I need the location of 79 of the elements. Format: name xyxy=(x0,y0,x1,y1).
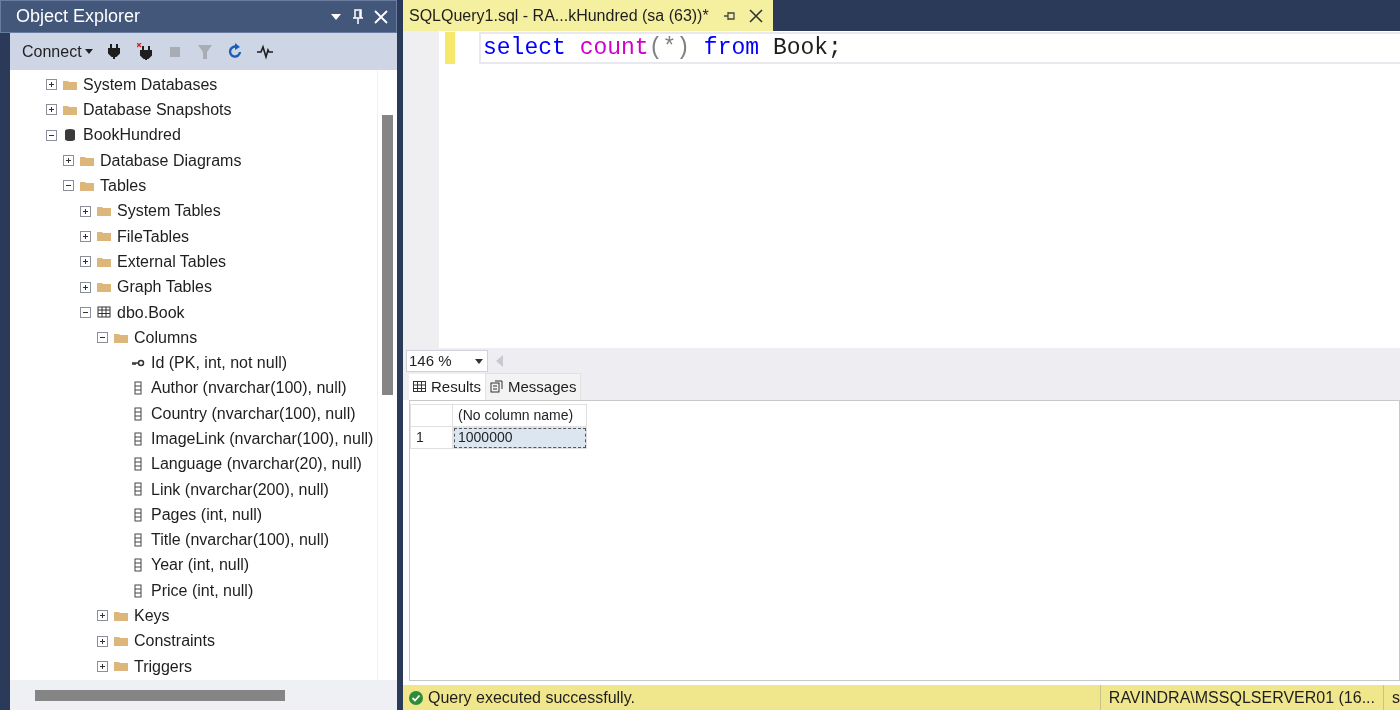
expand-icon[interactable] xyxy=(80,256,91,268)
collapse-icon[interactable] xyxy=(63,180,74,192)
connect-button[interactable]: Connect xyxy=(22,39,93,64)
disconnect-icon[interactable] xyxy=(136,42,153,61)
tree-item[interactable]: dbo.Book xyxy=(10,299,377,325)
expand-icon[interactable] xyxy=(97,610,108,622)
column-icon xyxy=(131,406,145,421)
tree-item[interactable]: External Tables xyxy=(10,249,377,275)
tree-item[interactable]: Title (nvarchar(100), null) xyxy=(10,527,377,553)
tree-item[interactable]: Price (int, null) xyxy=(10,577,377,604)
results-tab[interactable]: Results xyxy=(409,373,486,400)
tree-item[interactable]: Constraints xyxy=(10,628,377,654)
caret-icon[interactable] xyxy=(84,49,93,54)
expand-icon[interactable] xyxy=(97,635,108,647)
expand-icon[interactable] xyxy=(97,660,108,672)
tree-item[interactable]: Author (nvarchar(100), null) xyxy=(10,375,377,401)
column-icon xyxy=(131,583,145,598)
tree-item[interactable]: System Tables xyxy=(10,198,377,224)
message-icon xyxy=(490,380,504,394)
tree-item[interactable]: Year (int, null) xyxy=(10,552,377,578)
tree-item[interactable]: Keys xyxy=(10,603,377,629)
folder-icon xyxy=(114,634,128,649)
collapse-icon[interactable] xyxy=(46,129,57,141)
expand-icon[interactable] xyxy=(63,155,74,167)
expand-icon[interactable] xyxy=(80,230,91,242)
grid-icon xyxy=(413,381,426,393)
expand-icon[interactable] xyxy=(80,205,91,217)
column-icon xyxy=(131,457,145,472)
table-icon xyxy=(97,305,111,320)
expand-icon[interactable] xyxy=(46,79,57,91)
column-icon xyxy=(131,482,145,497)
table-cell[interactable]: 1000000 xyxy=(452,426,587,449)
tree-item[interactable]: Tables xyxy=(10,173,377,199)
column-icon xyxy=(131,507,145,522)
server-name: RAVINDRA\MSSQLSERVER01 (16... xyxy=(1108,687,1375,708)
plug-icon[interactable] xyxy=(106,42,123,61)
refresh-icon[interactable] xyxy=(226,42,243,61)
column-header[interactable]: (No column name) xyxy=(452,404,587,427)
folder-icon xyxy=(114,659,128,674)
collapse-icon[interactable] xyxy=(97,332,108,344)
zoom-dropdown[interactable]: 146 % xyxy=(406,350,488,372)
success-check-icon xyxy=(409,690,423,705)
change-marker xyxy=(445,32,455,64)
expand-icon[interactable] xyxy=(46,104,57,116)
tree-item[interactable]: Database Diagrams xyxy=(10,147,377,174)
caret-icon[interactable] xyxy=(475,358,483,364)
tree-item[interactable]: FileTables xyxy=(10,223,377,250)
folder-icon xyxy=(97,229,111,244)
results-tab[interactable]: Messages xyxy=(485,372,582,400)
tree-item[interactable]: Language (nvarchar(20), null) xyxy=(10,451,377,477)
sql-code-line[interactable]: select count(*) from Book; xyxy=(479,32,1400,64)
column-icon xyxy=(131,533,145,547)
status-message: Query executed successfully. xyxy=(428,687,635,708)
tree-item[interactable]: System Databases xyxy=(10,72,377,98)
column-icon xyxy=(131,558,145,573)
tree-item[interactable]: Pages (int, null) xyxy=(10,502,377,528)
tree-item[interactable]: Country (nvarchar(100), null) xyxy=(10,400,377,427)
query-tab[interactable]: SQLQuery1.sql - RA...kHundred (sa (63))* xyxy=(403,0,773,31)
tree-item[interactable]: Graph Tables xyxy=(10,274,377,300)
dropdown-icon[interactable] xyxy=(330,12,342,21)
folder-icon xyxy=(97,280,111,294)
row-number: 1 xyxy=(410,426,453,449)
tree-item[interactable]: Columns xyxy=(10,324,377,351)
column-icon xyxy=(131,381,145,396)
tree-item[interactable]: ImageLink (nvarchar(100), null) xyxy=(10,426,377,452)
panel-title: Object Explorer xyxy=(16,5,142,28)
tree-item[interactable]: Link (nvarchar(200), null) xyxy=(10,476,377,503)
tree-item[interactable]: BookHundred xyxy=(10,122,377,148)
collapse-icon[interactable] xyxy=(80,306,91,318)
status-text: s xyxy=(1392,687,1400,708)
tree-item[interactable]: Triggers xyxy=(10,653,377,680)
expand-icon[interactable] xyxy=(80,281,91,293)
pin-icon[interactable] xyxy=(722,10,735,21)
database-icon xyxy=(63,128,77,143)
close-icon[interactable] xyxy=(748,8,763,23)
tree-item[interactable]: Database Snapshots xyxy=(10,97,377,123)
folder-icon xyxy=(97,204,111,219)
column-icon xyxy=(131,431,145,446)
tree-item[interactable]: Id (PK, int, not null) xyxy=(10,350,377,376)
